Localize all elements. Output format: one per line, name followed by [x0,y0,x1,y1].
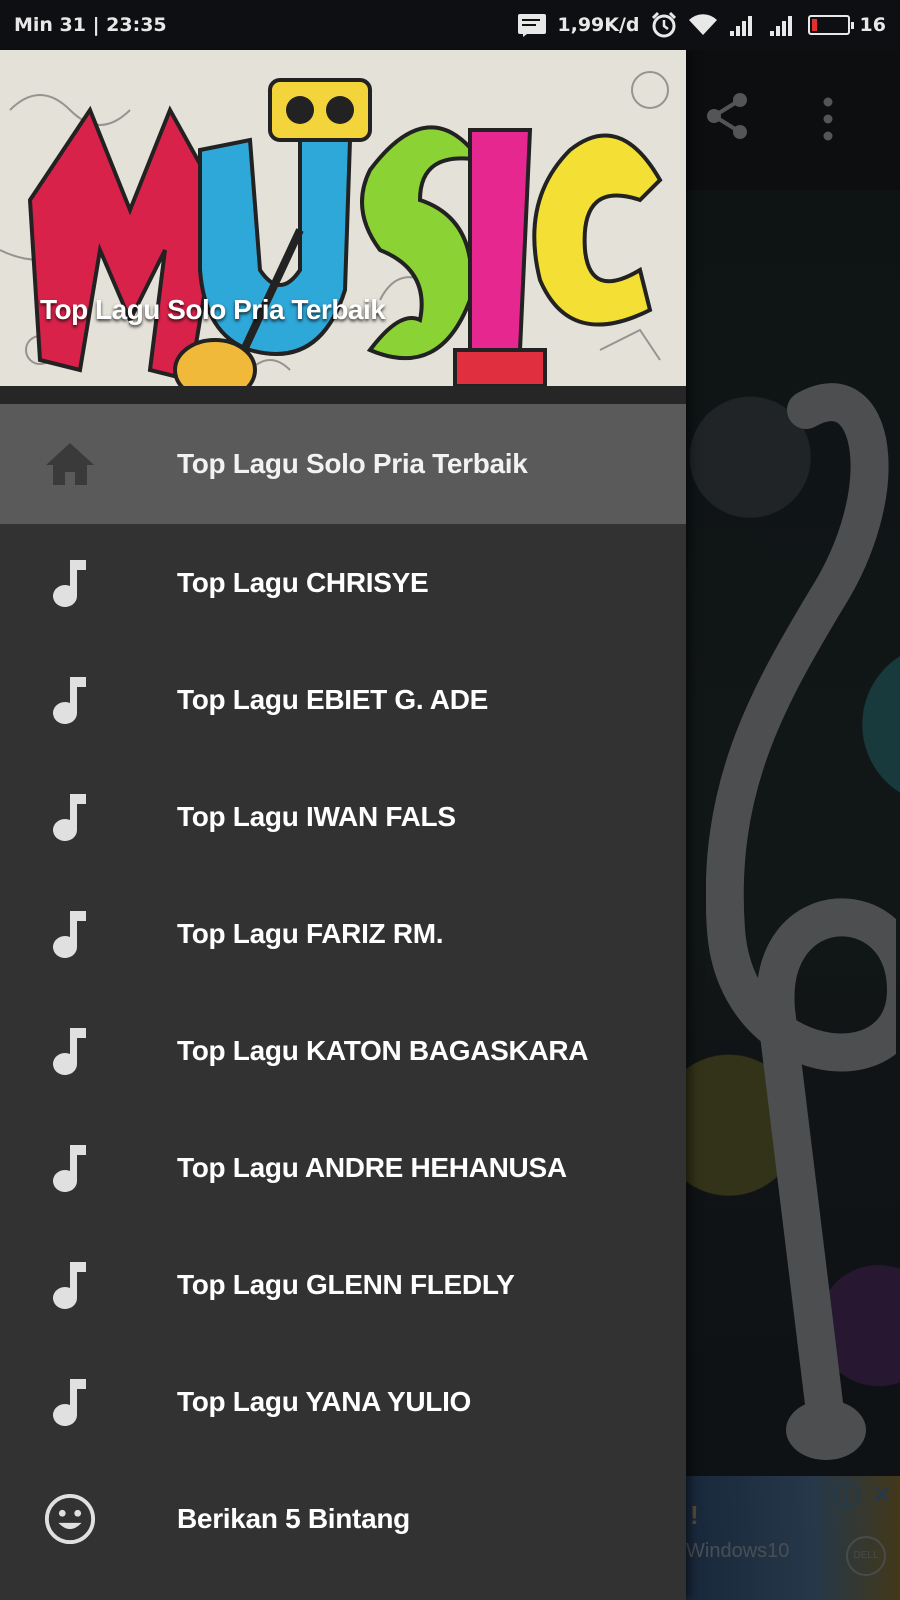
smiley-icon [44,1493,96,1545]
music-note-icon [44,908,96,960]
signal-icon [728,13,758,37]
drawer-header-title: Top Lagu Solo Pria Terbaik [40,294,386,325]
menu-item-label: Berikan 5 Bintang [177,1502,410,1534]
alarm-icon [650,11,678,39]
music-note-icon [44,1376,96,1428]
status-bar: Min 31 | 23:35 1,99K/d 16 [0,0,900,50]
menu-item-andre[interactable]: Top Lagu ANDRE HEHANUSA [0,1109,686,1226]
divider [0,386,686,404]
music-note-icon [44,557,96,609]
status-datetime: Min 31 | 23:35 [14,14,167,36]
music-note-icon [44,674,96,726]
music-note-icon [44,1259,96,1311]
wifi-icon [688,13,718,37]
network-speed: 1,99K/d [557,14,640,36]
menu-item-label: Top Lagu CHRISYE [177,566,429,598]
music-header-image [0,50,686,386]
menu-item-fariz[interactable]: Top Lagu FARIZ RM. [0,875,686,992]
home-icon [44,438,96,490]
navigation-drawer: Top Lagu Solo Pria Terbaik Top Lagu Solo… [0,50,686,1600]
menu-item-yana[interactable]: Top Lagu YANA YULIO [0,1343,686,1460]
battery-icon [807,15,854,35]
menu-item-label: Top Lagu Solo Pria Terbaik [177,448,528,479]
share-icon[interactable] [704,90,750,147]
menu-item-label: Top Lagu FARIZ RM. [177,917,444,949]
battery-level: 16 [859,14,886,36]
menu-item-ebiet[interactable]: Top Lagu EBIET G. ADE [0,641,686,758]
message-icon [517,13,547,37]
menu-item-label: Top Lagu IWAN FALS [177,800,456,832]
music-note-icon [44,1025,96,1077]
signal-icon [768,13,798,37]
music-note-icon [44,791,96,843]
menu-item-label: Top Lagu EBIET G. ADE [177,683,489,715]
music-note-icon [44,1142,96,1194]
menu-item-rate-app[interactable]: Berikan 5 Bintang [0,1460,686,1577]
menu-item-home[interactable]: Top Lagu Solo Pria Terbaik [0,404,686,524]
menu-item-label: Top Lagu YANA YULIO [177,1385,472,1417]
menu-item-iwan-fals[interactable]: Top Lagu IWAN FALS [0,758,686,875]
menu-item-label: Top Lagu KATON BAGASKARA [177,1034,589,1066]
menu-item-label: Top Lagu ANDRE HEHANUSA [177,1151,567,1183]
menu-item-label: Top Lagu GLENN FLEDLY [177,1268,515,1300]
menu-item-chrisye[interactable]: Top Lagu CHRISYE [0,524,686,641]
drawer-menu: Top Lagu Solo Pria Terbaik Top Lagu CHRI… [0,404,686,1577]
status-icons: 1,99K/d 16 [517,11,886,39]
overflow-menu-icon[interactable] [818,96,838,147]
menu-item-katon[interactable]: Top Lagu KATON BAGASKARA [0,992,686,1109]
menu-item-glenn[interactable]: Top Lagu GLENN FLEDLY [0,1226,686,1343]
drawer-scrim[interactable] [686,50,900,1600]
drawer-header: Top Lagu Solo Pria Terbaik [0,50,686,386]
